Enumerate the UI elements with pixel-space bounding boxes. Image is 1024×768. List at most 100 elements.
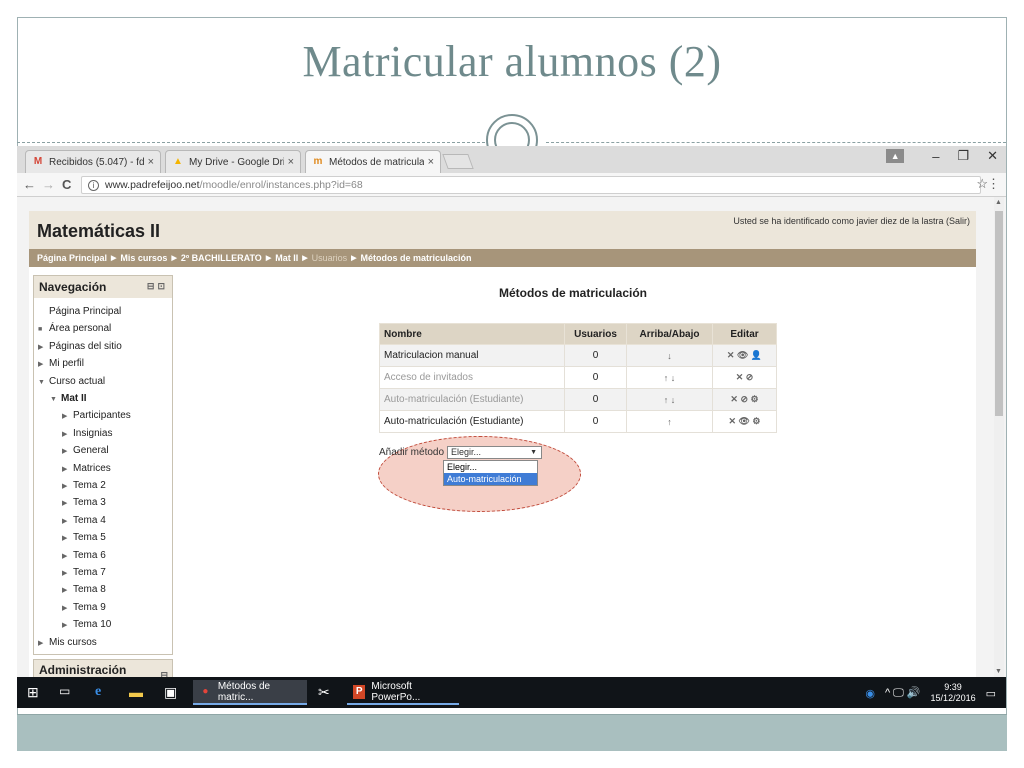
- tab-metodos[interactable]: m Métodos de matriculació ×: [305, 150, 441, 173]
- info-icon[interactable]: i: [88, 179, 99, 191]
- dropdown-option[interactable]: Elegir...: [444, 461, 537, 473]
- sidebar-item-mi-perfil[interactable]: ▶ Mi perfil: [38, 358, 84, 369]
- page-heading: Métodos de matriculación: [498, 286, 648, 300]
- store-icon[interactable]: ▣: [164, 684, 177, 701]
- page-scrollbar[interactable]: ▲ ▼: [994, 197, 1004, 677]
- scroll-thumb[interactable]: [995, 211, 1003, 416]
- reload-button[interactable]: C: [62, 177, 71, 192]
- notification-badge-icon[interactable]: ◉: [865, 687, 875, 700]
- edit-actions-icon[interactable]: ✕ ⊘ ⚙: [712, 388, 777, 411]
- collapsed-arrow-icon: ▶: [62, 587, 68, 595]
- close-window-button[interactable]: ✕: [987, 148, 998, 164]
- close-tab-icon[interactable]: ×: [288, 156, 294, 168]
- sidebar-item-label: Mis cursos: [49, 636, 97, 648]
- url-input[interactable]: i www.padrefeijoo.net/moodle/enrol/insta…: [81, 176, 981, 194]
- sidebar-item-tema-8[interactable]: ▶ Tema 8: [62, 584, 106, 595]
- select-value: Elegir...: [451, 447, 482, 457]
- clock-time: 9:39: [944, 682, 962, 692]
- sidebar-item-label: Tema 4: [73, 514, 106, 526]
- clock[interactable]: 9:39 15/12/2016: [931, 682, 976, 704]
- move-arrows-icon[interactable]: ↑ ↓: [626, 388, 713, 411]
- sidebar-item-curso-actual[interactable]: ▼ Curso actual: [38, 376, 105, 387]
- snipping-tool-icon[interactable]: ✂: [318, 684, 330, 701]
- column-header-usuarios: Usuarios: [564, 323, 627, 345]
- edge-browser-icon[interactable]: e: [95, 684, 101, 700]
- chrome-icon: ●: [202, 685, 209, 697]
- block-controls-icon[interactable]: ⊟⊡: [147, 281, 168, 292]
- tab-gmail[interactable]: M Recibidos (5.047) - fdiez ×: [25, 150, 161, 173]
- collapsed-arrow-icon: ▶: [62, 448, 68, 456]
- windows-start-icon[interactable]: ⊞: [27, 684, 39, 701]
- forward-button[interactable]: →: [42, 177, 55, 192]
- task-view-icon[interactable]: ▭: [59, 684, 70, 698]
- sidebar-item-tema-5[interactable]: ▶ Tema 5: [62, 532, 106, 543]
- edit-actions-icon[interactable]: ✕ 👁 👤: [712, 344, 777, 367]
- browser-menu-icon[interactable]: ⋮: [987, 176, 1000, 192]
- add-method-select[interactable]: Elegir... ▼: [447, 446, 543, 459]
- sidebar-item-general[interactable]: ▶ General: [62, 445, 109, 456]
- edit-actions-icon[interactable]: ✕ ⊘: [712, 366, 777, 389]
- collapsed-arrow-icon: ▶: [62, 430, 68, 438]
- restore-button[interactable]: ❐: [957, 148, 969, 164]
- close-tab-icon[interactable]: ×: [428, 156, 434, 168]
- back-button[interactable]: ←: [23, 177, 36, 192]
- breadcrumb-item-mat-ii[interactable]: Mat II: [275, 253, 298, 263]
- sidebar-item-tema-10[interactable]: ▶ Tema 10: [62, 619, 111, 630]
- new-tab-button[interactable]: [442, 154, 474, 169]
- sidebar-item-participantes[interactable]: ▶ Participantes: [62, 410, 131, 421]
- windows-taskbar: ⊞ ▭ e ▬ ▣ ● Métodos de matric... ✂ P Mic…: [17, 677, 1006, 708]
- sidebar-item-mis-cursos[interactable]: ▶ Mis cursos: [38, 637, 97, 648]
- sidebar-item-mat-ii[interactable]: ▼ Mat II: [50, 393, 87, 404]
- sidebar-item-tema-9[interactable]: ▶ Tema 9: [62, 602, 106, 613]
- sidebar-item-insignias[interactable]: ▶ Insignias: [62, 428, 112, 439]
- window-controls: ▲ – ❐ ✕: [886, 148, 998, 164]
- table-row: Auto-matriculación (Estudiante) 0 ↑ ↓ ✕ ⊘ ⚙: [379, 388, 777, 411]
- sidebar-item-tema-6[interactable]: ▶ Tema 6: [62, 550, 106, 561]
- table-row: Matriculacion manual 0 ↓ ✕ 👁 👤: [379, 344, 777, 367]
- edit-actions-icon[interactable]: ✕ 👁 ⚙: [712, 410, 777, 433]
- sidebar-item-tema-2[interactable]: ▶ Tema 2: [62, 480, 106, 491]
- login-info[interactable]: Usted se ha identificado como javier die…: [733, 216, 970, 226]
- scroll-up-icon[interactable]: ▲: [995, 199, 1002, 206]
- breadcrumb-separator-icon: ▶: [171, 255, 177, 262]
- navigation-title: Navegación: [39, 280, 107, 294]
- method-name-cell[interactable]: Auto-matriculación (Estudiante): [379, 410, 565, 433]
- breadcrumb-item-mis-cursos[interactable]: Mis cursos: [120, 253, 167, 263]
- breadcrumb-item-usuarios[interactable]: Usuarios: [312, 253, 348, 263]
- column-header-arriba-abajo: Arriba/Abajo: [626, 323, 713, 345]
- sidebar-item-tema-7[interactable]: ▶ Tema 7: [62, 567, 106, 578]
- tray-icons[interactable]: ^ 🖵 🔊: [885, 686, 921, 700]
- close-tab-icon[interactable]: ×: [148, 156, 154, 168]
- moodle-page: Matemáticas II Usted se ha identificado …: [29, 211, 976, 677]
- move-arrows-icon[interactable]: ↓: [626, 344, 713, 367]
- navigation-block: Navegación ⊟⊡ Página Principal ■ Área pers…: [33, 275, 173, 655]
- profile-icon[interactable]: ▲: [886, 149, 905, 163]
- file-explorer-icon[interactable]: ▬: [129, 684, 143, 700]
- tab-google-drive[interactable]: ▲ My Drive - Google Drive ×: [165, 150, 301, 173]
- breadcrumb-separator-icon: ▶: [351, 255, 357, 262]
- taskbar-app-powerpoint[interactable]: P Microsoft PowerPo...: [347, 680, 459, 705]
- minimize-button[interactable]: –: [932, 149, 939, 164]
- move-arrows-icon[interactable]: ↑: [626, 410, 713, 433]
- breadcrumb-item-pagina-principal[interactable]: Página Principal: [37, 253, 107, 263]
- collapsed-arrow-icon: ▶: [62, 552, 68, 560]
- method-name-cell[interactable]: Acceso de invitados: [379, 366, 565, 389]
- action-center-icon[interactable]: ▭: [986, 687, 996, 700]
- method-name-cell[interactable]: Matriculacion manual: [379, 344, 565, 367]
- sidebar-item-tema-3[interactable]: ▶ Tema 3: [62, 497, 106, 508]
- sidebar-item-matrices[interactable]: ▶ Matrices: [62, 463, 111, 474]
- moodle-icon: m: [313, 156, 323, 167]
- breadcrumb-item-bachillerato[interactable]: 2º BACHILLERATO: [181, 253, 262, 263]
- block-collapse-icon[interactable]: ⊟: [160, 665, 168, 677]
- dropdown-option[interactable]: Auto-matriculación: [444, 473, 537, 485]
- method-name-cell[interactable]: Auto-matriculación (Estudiante): [379, 388, 565, 411]
- sidebar-item-label: Tema 8: [73, 584, 106, 596]
- taskbar-app-chrome[interactable]: ● Métodos de matric...: [193, 680, 307, 705]
- sidebar-item-paginas-del-sitio[interactable]: ▶ Páginas del sitio: [38, 341, 122, 352]
- sidebar-item-pagina-principal[interactable]: Página Principal: [38, 306, 121, 317]
- sidebar-item-tema-4[interactable]: ▶ Tema 4: [62, 515, 106, 526]
- scroll-down-icon[interactable]: ▼: [995, 668, 1002, 675]
- move-arrows-icon[interactable]: ↑ ↓: [626, 366, 713, 389]
- sidebar-item-area-personal[interactable]: ■ Área personal: [38, 323, 111, 334]
- table-body: Matriculacion manual 0 ↓ ✕ 👁 👤 Acceso de inv…: [379, 344, 777, 433]
